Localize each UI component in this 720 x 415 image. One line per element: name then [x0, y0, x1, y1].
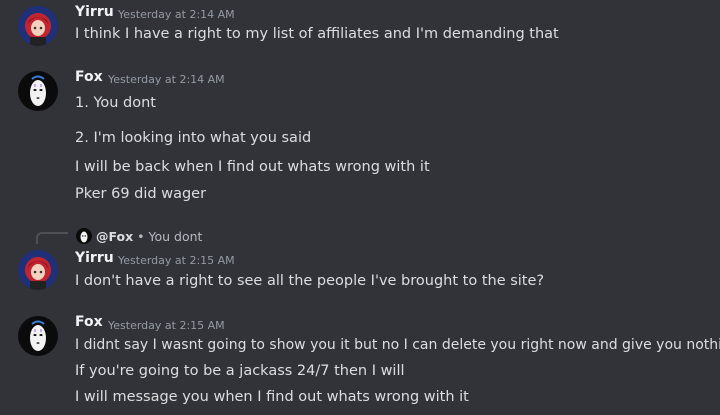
message-text: If you're going to be a jackass 24/7 the…	[75, 363, 405, 379]
message-text: 2. I'm looking into what you said	[75, 130, 312, 146]
message-text: I will be back when I find out whats wro…	[75, 159, 430, 175]
author-name[interactable]: Yirru	[75, 4, 114, 20]
message-text: I don't have a right to see all the peop…	[75, 273, 545, 289]
avatar-yirru[interactable]	[18, 6, 58, 46]
message-timestamp: Yesterday at 2:15 AM	[118, 254, 235, 267]
message-timestamp: Yesterday at 2:14 AM	[118, 8, 235, 21]
avatar-yirru[interactable]	[18, 250, 58, 290]
message-timestamp: Yesterday at 2:14 AM	[108, 73, 225, 86]
author-name[interactable]: Fox	[75, 69, 103, 85]
author-name[interactable]: Fox	[75, 314, 103, 330]
author-name[interactable]: Yirru	[75, 250, 114, 266]
message-text: Pker 69 did wager	[75, 186, 207, 202]
reply-connector	[36, 232, 68, 244]
message-text: I will message you when I find out whats…	[75, 389, 469, 405]
reply-separator: •	[137, 229, 145, 244]
message-text: 1. You dont	[75, 95, 156, 111]
avatar-fox[interactable]	[18, 316, 58, 356]
avatar-fox[interactable]	[18, 71, 58, 111]
reply-snippet: You dont	[148, 229, 203, 244]
reply-mention[interactable]: @Fox	[96, 229, 133, 244]
message-text: I didnt say I wasnt going to show you it…	[75, 337, 720, 353]
reply-avatar-fox	[76, 228, 92, 244]
message-timestamp: Yesterday at 2:15 AM	[108, 319, 225, 332]
reply-preview[interactable]: @Fox • You dont	[96, 229, 202, 244]
message-text: I think I have a right to my list of aff…	[75, 26, 559, 42]
